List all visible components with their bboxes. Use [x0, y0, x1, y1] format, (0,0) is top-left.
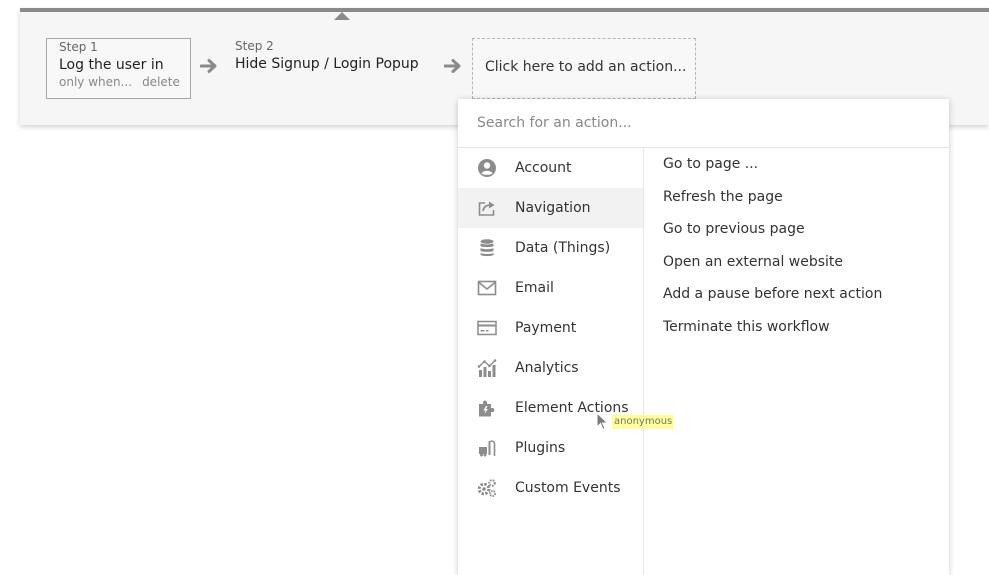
- category-label: Plugins: [515, 440, 566, 456]
- category-account[interactable]: Account: [458, 148, 643, 188]
- category-list: Account Navigation Data (Things) Email P…: [458, 148, 644, 575]
- action-refresh-page[interactable]: Refresh the page: [663, 181, 943, 214]
- step-2-card[interactable]: Step 2 Hide Signup / Login Popup: [235, 39, 419, 74]
- category-label: Account: [515, 160, 572, 176]
- analytics-icon: [477, 358, 497, 378]
- delete-link[interactable]: delete: [142, 75, 180, 89]
- action-terminate-workflow[interactable]: Terminate this workflow: [663, 311, 943, 344]
- arrow-right-icon: [444, 59, 461, 73]
- panel-notch: [334, 12, 350, 20]
- cursor-user-badge: anonymous: [612, 415, 675, 429]
- step-1-card[interactable]: Step 1 Log the user in only when... delet…: [46, 38, 191, 99]
- gears-icon: [477, 478, 497, 498]
- mouse-cursor-icon: [596, 412, 609, 431]
- category-label: Custom Events: [515, 480, 621, 496]
- category-analytics[interactable]: Analytics: [458, 348, 643, 388]
- action-add-pause[interactable]: Add a pause before next action: [663, 278, 943, 311]
- category-custom-events[interactable]: Custom Events: [458, 468, 643, 508]
- action-list: Go to page ... Refresh the page Go to pr…: [663, 148, 943, 343]
- step-1-label: Step 1: [59, 40, 98, 54]
- add-action-button[interactable]: Click here to add an action...: [472, 38, 696, 99]
- category-email[interactable]: Email: [458, 268, 643, 308]
- action-search-input[interactable]: [458, 99, 949, 148]
- only-when-link[interactable]: only when...: [59, 75, 132, 89]
- category-label: Email: [515, 280, 554, 296]
- action-open-external-website[interactable]: Open an external website: [663, 246, 943, 279]
- arrow-right-icon: [200, 59, 217, 73]
- category-data-things[interactable]: Data (Things): [458, 228, 643, 268]
- category-plugins[interactable]: Plugins: [458, 428, 643, 468]
- database-icon: [477, 238, 497, 258]
- category-navigation[interactable]: Navigation: [458, 188, 643, 228]
- step-1-title: Log the user in: [59, 57, 164, 73]
- category-label: Element Actions: [515, 400, 629, 416]
- category-label: Payment: [515, 320, 577, 336]
- action-go-to-page[interactable]: Go to page ...: [663, 148, 943, 181]
- category-label: Analytics: [515, 360, 579, 376]
- credit-card-icon: [477, 318, 497, 338]
- category-label: Data (Things): [515, 240, 611, 256]
- category-label: Navigation: [515, 200, 591, 216]
- step-2-title: Hide Signup / Login Popup: [235, 56, 419, 72]
- navigation-icon: [477, 198, 497, 218]
- account-icon: [477, 158, 497, 178]
- category-payment[interactable]: Payment: [458, 308, 643, 348]
- action-picker-popup: Account Navigation Data (Things) Email P…: [458, 99, 949, 575]
- step-1-options: only when... delete: [59, 75, 190, 89]
- action-go-to-previous-page[interactable]: Go to previous page: [663, 213, 943, 246]
- puzzle-icon: [477, 398, 497, 418]
- email-icon: [477, 278, 497, 298]
- plugins-icon: [477, 438, 497, 458]
- step-2-label: Step 2: [235, 39, 274, 53]
